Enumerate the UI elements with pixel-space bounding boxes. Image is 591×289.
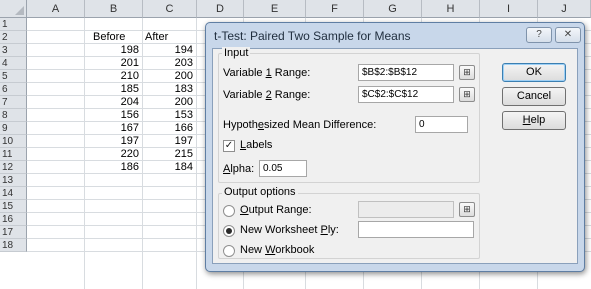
range-select-icon: ⊞ xyxy=(463,89,471,99)
cell-b7[interactable]: 204 xyxy=(85,96,143,109)
row-header-10[interactable]: 10 xyxy=(0,135,27,148)
new-worksheet-radio[interactable] xyxy=(223,225,235,237)
output-options-label: Output options xyxy=(222,186,298,198)
cell-b10[interactable]: 197 xyxy=(85,135,143,148)
alpha-label: Alpha: xyxy=(223,163,255,175)
cell-c3[interactable]: 194 xyxy=(143,44,197,57)
hypothesized-mean-label: Hypothesized Mean Difference: xyxy=(223,119,377,131)
range-select-icon: ⊞ xyxy=(463,67,471,77)
row-header-2[interactable]: 2 xyxy=(0,31,27,44)
variable1-label: Variable 1 Range: xyxy=(223,67,311,79)
range-select-icon: ⊞ xyxy=(463,204,471,214)
variable2-range-input[interactable]: $C$2:$C$12 xyxy=(358,86,454,103)
column-header-b[interactable]: B xyxy=(85,0,143,18)
cancel-button[interactable]: Cancel xyxy=(502,87,566,106)
row-header-16[interactable]: 16 xyxy=(0,213,27,226)
cell-c7[interactable]: 200 xyxy=(143,96,197,109)
column-header-a[interactable]: A xyxy=(27,0,85,18)
output-range-label: Output Range: xyxy=(240,204,312,216)
output-range-collapse-button[interactable]: ⊞ xyxy=(459,202,475,217)
cell-c6[interactable]: 183 xyxy=(143,83,197,96)
cell-b4[interactable]: 201 xyxy=(85,57,143,70)
column-header-e[interactable]: E xyxy=(244,0,306,18)
dialog-body: Input Variable 1 Range: $B$2:$B$12 ⊞ Var… xyxy=(212,47,578,264)
new-worksheet-name-input[interactable] xyxy=(358,221,474,238)
variable2-label: Variable 2 Range: xyxy=(223,89,311,101)
help-button[interactable]: Help xyxy=(502,111,566,130)
column-header-g[interactable]: G xyxy=(364,0,422,18)
new-workbook-radio[interactable] xyxy=(223,245,235,257)
cell-c12[interactable]: 184 xyxy=(143,161,197,174)
input-group-label: Input xyxy=(222,47,251,59)
labels-checkbox[interactable]: ✓ xyxy=(223,140,235,152)
ok-button[interactable]: OK xyxy=(502,63,566,82)
cell-b12[interactable]: 186 xyxy=(85,161,143,174)
row-header-17[interactable]: 17 xyxy=(0,226,27,239)
variable2-collapse-button[interactable]: ⊞ xyxy=(459,87,475,102)
cell-c11[interactable]: 215 xyxy=(143,148,197,161)
row-header-1[interactable]: 1 xyxy=(0,18,27,31)
new-worksheet-label: New Worksheet Ply: xyxy=(240,224,339,236)
hypothesized-mean-input[interactable]: 0 xyxy=(415,116,468,133)
row-header-13[interactable]: 13 xyxy=(0,174,27,187)
cell-c2[interactable]: After xyxy=(143,31,197,44)
labels-label: Labels xyxy=(240,139,273,151)
cell-c4[interactable]: 203 xyxy=(143,57,197,70)
row-header-9[interactable]: 9 xyxy=(0,122,27,135)
variable1-collapse-button[interactable]: ⊞ xyxy=(459,65,475,80)
cell-c9[interactable]: 166 xyxy=(143,122,197,135)
column-header-c[interactable]: C xyxy=(143,0,197,18)
cell-b9[interactable]: 167 xyxy=(85,122,143,135)
row-header-5[interactable]: 5 xyxy=(0,70,27,83)
cell-b11[interactable]: 220 xyxy=(85,148,143,161)
column-header-d[interactable]: D xyxy=(197,0,244,18)
column-header-f[interactable]: F xyxy=(306,0,364,18)
close-icon: ✕ xyxy=(563,29,573,40)
help-title-button[interactable]: ? xyxy=(526,27,552,43)
cell-b5[interactable]: 210 xyxy=(85,70,143,83)
cell-c10[interactable]: 197 xyxy=(143,135,197,148)
row-header-12[interactable]: 12 xyxy=(0,161,27,174)
alpha-input[interactable]: 0.05 xyxy=(259,160,307,177)
ttest-dialog: t-Test: Paired Two Sample for Means ? ✕ … xyxy=(205,22,585,272)
cell-c8[interactable]: 153 xyxy=(143,109,197,122)
row-header-15[interactable]: 15 xyxy=(0,200,27,213)
cell-b2[interactable]: Before xyxy=(85,31,143,44)
new-workbook-label: New Workbook xyxy=(240,244,315,256)
row-header-3[interactable]: 3 xyxy=(0,44,27,57)
column-header-j[interactable]: J xyxy=(538,0,591,18)
row-header-18[interactable]: 18 xyxy=(0,239,27,252)
row-header-8[interactable]: 8 xyxy=(0,109,27,122)
cell-b6[interactable]: 185 xyxy=(85,83,143,96)
row-header-7[interactable]: 7 xyxy=(0,96,27,109)
cell-b3[interactable]: 198 xyxy=(85,44,143,57)
row-header-11[interactable]: 11 xyxy=(0,148,27,161)
output-range-radio[interactable] xyxy=(223,205,235,217)
row-header-14[interactable]: 14 xyxy=(0,187,27,200)
column-header-i[interactable]: I xyxy=(480,0,538,18)
cell-b8[interactable]: 156 xyxy=(85,109,143,122)
row-header-4[interactable]: 4 xyxy=(0,57,27,70)
select-all-corner[interactable] xyxy=(0,0,27,18)
dialog-title: t-Test: Paired Two Sample for Means xyxy=(214,29,411,43)
output-range-input[interactable] xyxy=(358,201,454,218)
question-icon: ? xyxy=(536,29,542,40)
column-header-h[interactable]: H xyxy=(422,0,480,18)
cell-c5[interactable]: 200 xyxy=(143,70,197,83)
close-button[interactable]: ✕ xyxy=(555,27,581,43)
row-header-6[interactable]: 6 xyxy=(0,83,27,96)
variable1-range-input[interactable]: $B$2:$B$12 xyxy=(358,64,454,81)
